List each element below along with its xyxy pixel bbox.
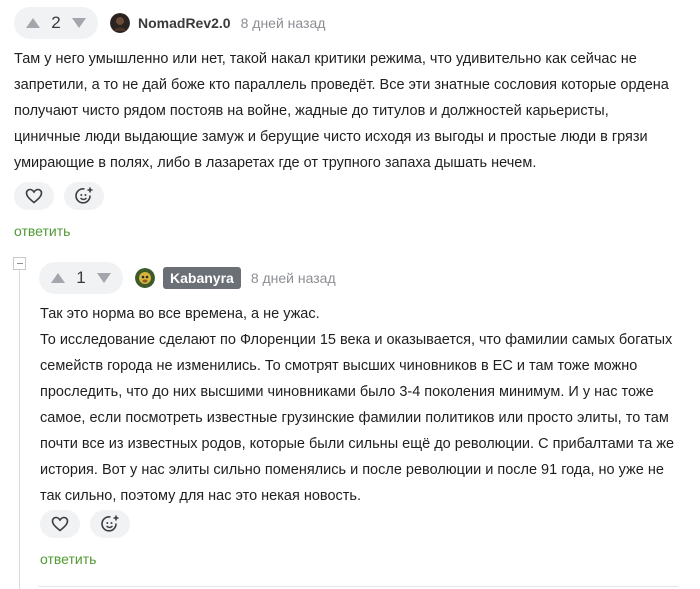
downvote-button[interactable]: [95, 271, 113, 285]
comment-2-body: Так это норма во все времена, а не ужас.…: [40, 301, 674, 509]
comment-text-line: проследить, что до них высшими чиновника…: [40, 384, 654, 400]
comment-text-line: почти все из известных родов, которые бы…: [40, 436, 675, 452]
collapse-thread-button[interactable]: [13, 257, 26, 270]
comment-1-body: Там у него умышленно или нет, такой нака…: [14, 46, 669, 176]
like-button[interactable]: [40, 510, 80, 538]
avatar[interactable]: [135, 268, 155, 288]
comment-timestamp[interactable]: 8 дней назад: [251, 270, 336, 286]
comment-2-actions: [40, 510, 130, 538]
reply-link[interactable]: ответить: [14, 223, 70, 239]
downvote-button[interactable]: [70, 16, 88, 30]
add-reaction-icon: [75, 187, 93, 204]
add-reaction-button[interactable]: [64, 182, 104, 210]
comment-author[interactable]: Kabanyra: [163, 267, 241, 289]
vote-control: 1: [39, 262, 123, 294]
comment-2-header: 1 Kabanyra 8 дней назад: [39, 262, 336, 294]
upvote-arrow-icon: [26, 18, 40, 28]
comment-rating: 1: [76, 268, 86, 287]
add-reaction-button[interactable]: [90, 510, 130, 538]
comment-rating: 2: [51, 13, 61, 32]
comment-timestamp[interactable]: 8 дней назад: [241, 15, 326, 31]
comment-text-line: так сильно, поэтому для нас это некая но…: [40, 488, 361, 504]
comment-text-line: циничные люди выдающие замуж и берущие ч…: [14, 129, 648, 145]
like-button[interactable]: [14, 182, 54, 210]
downvote-arrow-icon: [72, 18, 86, 28]
comment-text-line: То исследование сделают по Флоренции 15 …: [40, 332, 673, 348]
comment-text-line: история. Вот у нас элиты сильно поменяли…: [40, 462, 664, 478]
user-avatar-image: [135, 268, 155, 288]
thread-line[interactable]: [19, 270, 20, 589]
vote-control: 2: [14, 7, 98, 39]
comment-1-header: 2 NomadRev2.0 8 дней назад: [14, 7, 325, 39]
upvote-button[interactable]: [49, 271, 67, 285]
comment-text-line: Так это норма во все времена, а не ужас.: [40, 306, 320, 322]
comment-author[interactable]: NomadRev2.0: [138, 15, 231, 31]
comment-text-line: Там у него умышленно или нет, такой нака…: [14, 51, 637, 67]
upvote-button[interactable]: [24, 16, 42, 30]
comment-text-line: получают чисто рядом постояв на войне, ж…: [14, 103, 609, 119]
add-reaction-icon: [101, 515, 119, 532]
heart-icon: [25, 188, 43, 204]
heart-icon: [51, 516, 69, 532]
upvote-arrow-icon: [51, 273, 65, 283]
comment-text-line: самое, если посмотреть известные грузинс…: [40, 410, 669, 426]
comment-text-line: запретили, а то не дай боже кто параллел…: [14, 77, 669, 93]
collapse-thread-icon: [16, 263, 23, 264]
comment-text-line: семейств города не изменились. То смотря…: [40, 358, 638, 374]
comment-text-line: умирающие в полях, либо в лазаретах где …: [14, 155, 537, 171]
reply-link[interactable]: ответить: [40, 551, 96, 567]
divider: [38, 586, 678, 587]
downvote-arrow-icon: [97, 273, 111, 283]
comment-1-actions: [14, 182, 104, 210]
user-avatar-image: [110, 13, 130, 33]
avatar[interactable]: [110, 13, 130, 33]
